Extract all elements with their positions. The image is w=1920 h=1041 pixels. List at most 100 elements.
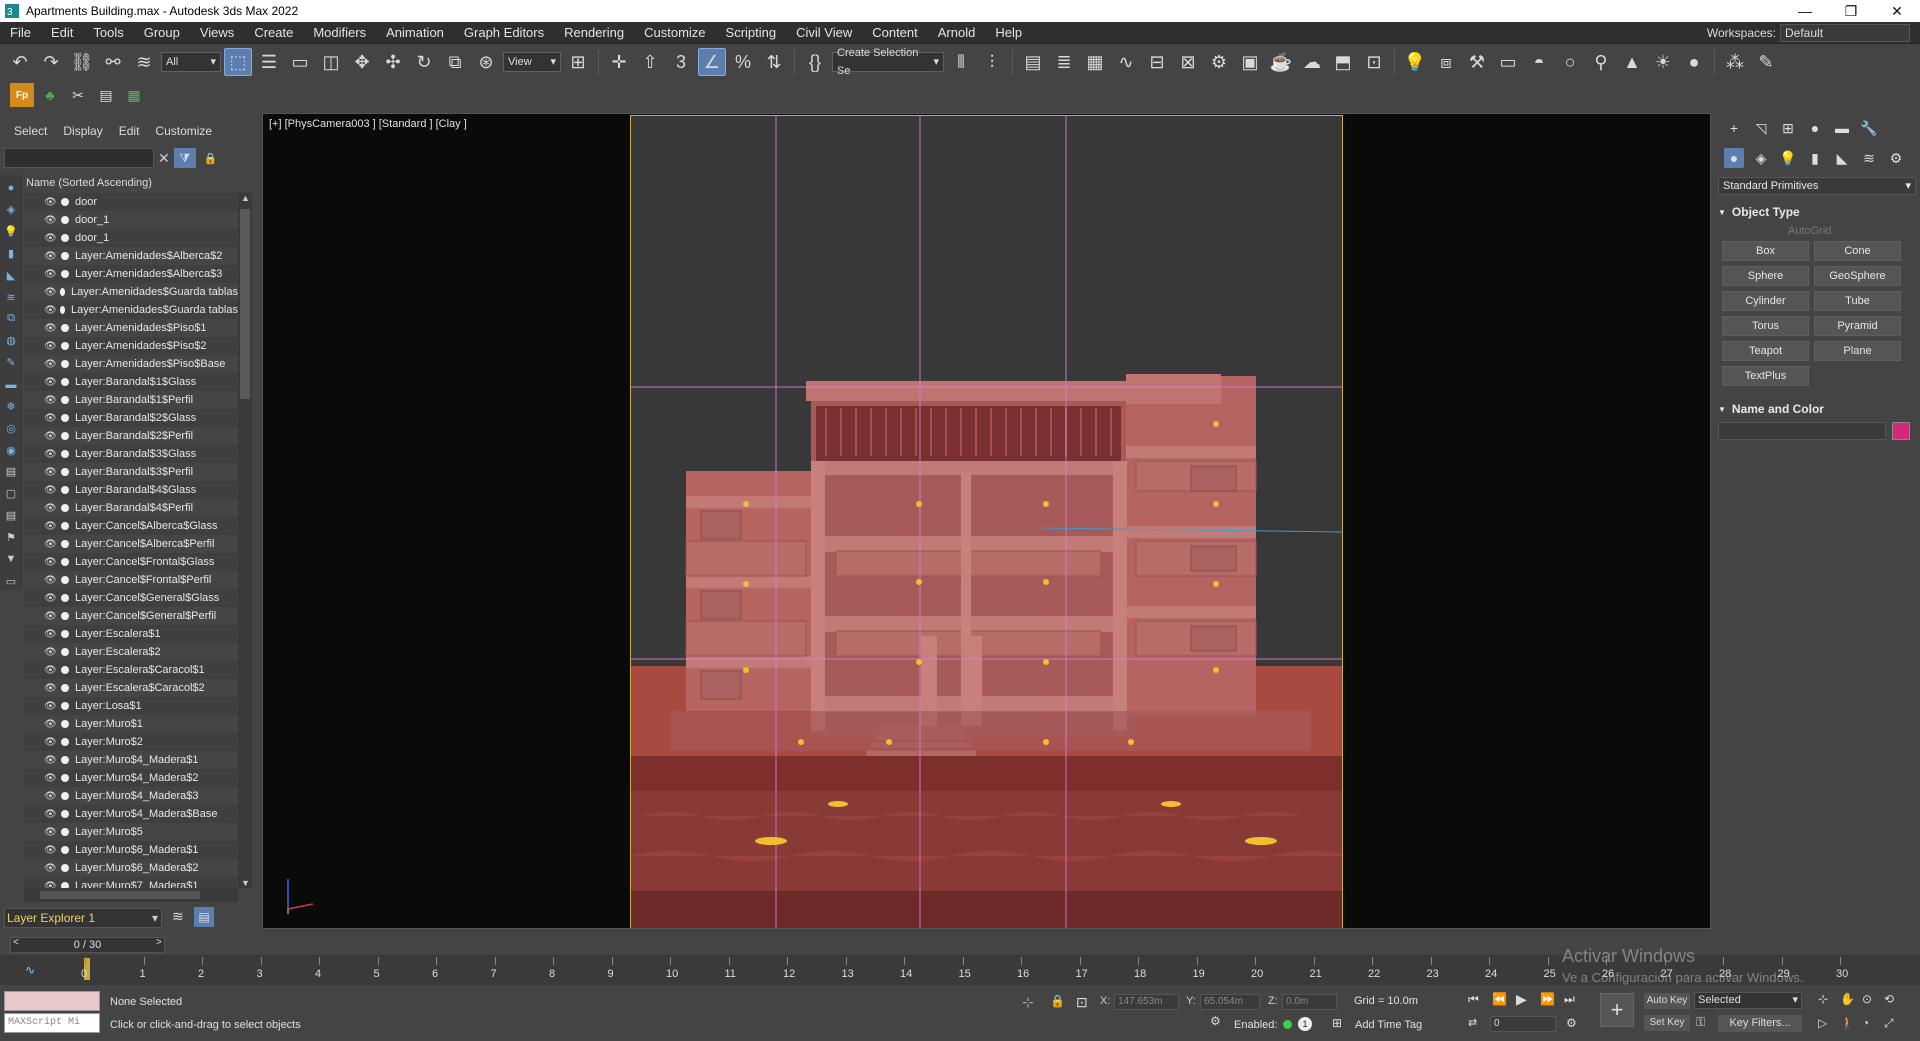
schematic-view-icon[interactable]: ⊟	[1143, 48, 1171, 76]
absolute-mode-icon[interactable]: ⊡	[1076, 994, 1088, 1011]
scrollbar-thumb[interactable]	[40, 891, 200, 899]
menu-edit[interactable]: Edit	[41, 25, 83, 40]
menu-scripting[interactable]: Scripting	[716, 25, 787, 40]
list-item[interactable]: 👁 Layer:Cancel$General$Perfil	[24, 607, 238, 625]
scatter-tools-icon[interactable]: ✂	[66, 83, 90, 107]
visibility-eye-icon[interactable]: 👁	[44, 629, 58, 640]
zoom-extents-icon[interactable]: ⊹	[1818, 992, 1828, 1006]
photometric-light-icon[interactable]: ⚲	[1587, 48, 1615, 76]
display-frozen-icon[interactable]: ❄	[3, 397, 19, 415]
scrollbar-thumb[interactable]	[240, 209, 250, 399]
geometry-category-icon[interactable]: ●	[1724, 148, 1744, 168]
visibility-eye-icon[interactable]: 👁	[44, 287, 57, 298]
next-frame-icon[interactable]: >	[156, 937, 162, 948]
geosphere-button[interactable]: GeoSphere	[1814, 266, 1901, 286]
scene-explorer-toggle-icon[interactable]: ▤	[194, 907, 214, 927]
visibility-eye-icon[interactable]: 👁	[44, 197, 58, 208]
modify-tab-icon[interactable]: ◹	[1751, 118, 1771, 138]
display-groups-icon[interactable]: ⧉	[3, 310, 19, 328]
display-cameras-icon[interactable]: ▮	[3, 245, 19, 263]
select-manipulate-icon[interactable]: ✛	[605, 48, 633, 76]
go-to-start-icon[interactable]: ⏮	[1468, 992, 1479, 1007]
list-item[interactable]: 👁 Layer:Cancel$Frontal$Glass	[24, 553, 238, 571]
tree-icon[interactable]: ♣	[38, 83, 62, 107]
keyboard-shortcut-icon[interactable]: ⇧	[636, 48, 664, 76]
list-item[interactable]: 👁 Layer:Escalera$1	[24, 625, 238, 643]
display-tab-icon[interactable]: ▬	[1832, 118, 1852, 138]
sphere-light-icon[interactable]: ○	[1556, 48, 1584, 76]
cone-button[interactable]: Cone	[1814, 241, 1901, 261]
maxscript-listener[interactable]	[4, 991, 100, 1011]
edit-named-selection-icon[interactable]: {}	[801, 48, 829, 76]
visibility-eye-icon[interactable]: 👁	[44, 485, 58, 496]
visibility-eye-icon[interactable]: 👁	[44, 755, 58, 766]
list-item[interactable]: 👁 Layer:Muro$6_Madera$1	[24, 841, 238, 859]
sphere-button[interactable]: Sphere	[1722, 266, 1809, 286]
visibility-eye-icon[interactable]: 👁	[44, 665, 58, 676]
time-config-icon[interactable]: ⚙	[1566, 1016, 1577, 1030]
visibility-eye-icon[interactable]: 👁	[44, 521, 58, 532]
menu-customize[interactable]: Customize	[634, 25, 715, 40]
quad-light-icon[interactable]: ▭	[1494, 48, 1522, 76]
explorer-horizontal-scrollbar[interactable]	[24, 888, 238, 902]
arnold-tools-icon[interactable]: ⚒	[1463, 48, 1491, 76]
explorer-tab-edit[interactable]: Edit	[111, 124, 148, 138]
mini-curve-editor-icon[interactable]: ∿	[8, 959, 52, 981]
visibility-eye-icon[interactable]: 👁	[44, 773, 58, 784]
maximize-viewport-icon[interactable]: ⤢	[1884, 1016, 1894, 1031]
previous-frame-icon[interactable]: ⏪	[1492, 992, 1507, 1006]
explorer-vertical-scrollbar[interactable]: ▲ ▼	[238, 193, 252, 888]
close-button[interactable]: ✕	[1874, 0, 1920, 22]
material-editor-icon[interactable]: ⊠	[1174, 48, 1202, 76]
visibility-eye-icon[interactable]: 👁	[44, 233, 58, 244]
plane-button[interactable]: Plane	[1814, 341, 1901, 361]
list-item[interactable]: 👁 Layer:Barandal$4$Glass	[24, 481, 238, 499]
menu-tools[interactable]: Tools	[83, 25, 133, 40]
reference-coord-dropdown[interactable]: View ▾	[503, 52, 561, 72]
box-button[interactable]: Box	[1722, 241, 1809, 261]
menu-animation[interactable]: Animation	[376, 25, 454, 40]
sync-selection-icon[interactable]: ⚑	[3, 529, 19, 547]
select-scale-icon[interactable]: ⧉	[441, 48, 469, 76]
list-item[interactable]: 👁 Layer:Barandal$4$Perfil	[24, 499, 238, 517]
display-none-icon[interactable]: ▤	[3, 463, 19, 481]
key-filter-icon[interactable]: ⚿	[1696, 1015, 1705, 1030]
a360-gallery-icon[interactable]: ⊡	[1360, 48, 1388, 76]
display-helpers-icon[interactable]: ◣	[3, 266, 19, 284]
visibility-eye-icon[interactable]: 👁	[44, 467, 58, 478]
lock-icon[interactable]: 🔒	[204, 152, 218, 165]
hierarchy-tab-icon[interactable]: ⊞	[1778, 118, 1798, 138]
visibility-eye-icon[interactable]: 👁	[44, 377, 58, 388]
explorer-tab-select[interactable]: Select	[6, 124, 55, 138]
play-icon[interactable]: ▶	[1516, 991, 1527, 1008]
visibility-eye-icon[interactable]: 👁	[44, 251, 58, 262]
render-iterative-icon[interactable]: ☁	[1298, 48, 1326, 76]
shapes-category-icon[interactable]: ◈	[1751, 148, 1771, 168]
visibility-eye-icon[interactable]: 👁	[44, 827, 58, 838]
spot-light-icon[interactable]: ▲	[1618, 48, 1646, 76]
isolate-selection-icon[interactable]: ⊹	[1022, 994, 1034, 1011]
visibility-eye-icon[interactable]: 👁	[44, 413, 58, 424]
rollout-header[interactable]: ▼ Name and Color	[1718, 400, 1916, 418]
list-item[interactable]: 👁 Layer:Amenidades$Guarda tablas	[24, 301, 238, 319]
utilities-tab-icon[interactable]: 🔧	[1859, 118, 1879, 138]
visibility-eye-icon[interactable]: 👁	[44, 863, 58, 874]
visibility-eye-icon[interactable]: 👁	[44, 359, 58, 370]
menu-group[interactable]: Group	[134, 25, 190, 40]
visibility-eye-icon[interactable]: 👁	[44, 611, 58, 622]
scroll-down-icon[interactable]: ▼	[241, 878, 250, 888]
maximize-button[interactable]: ❐	[1828, 0, 1874, 22]
set-key-big-icon[interactable]: +	[1600, 993, 1634, 1027]
menu-content[interactable]: Content	[862, 25, 928, 40]
z-coord-field[interactable]: 0.0m	[1282, 994, 1337, 1010]
undo-icon[interactable]: ↶	[6, 48, 34, 76]
minimize-button[interactable]: —	[1782, 0, 1828, 22]
list-item[interactable]: 👁 Layer:Muro$5	[24, 823, 238, 841]
next-frame-icon[interactable]: ⏩	[1540, 992, 1555, 1006]
list-item[interactable]: 👁 Layer:Escalera$Caracol$1	[24, 661, 238, 679]
display-spacewarps-icon[interactable]: ≋	[3, 288, 19, 306]
menu-rendering[interactable]: Rendering	[554, 25, 634, 40]
pivot-center-icon[interactable]: ⊞	[564, 48, 592, 76]
explorer-column-header[interactable]: Name (Sorted Ascending)	[24, 174, 254, 192]
list-item[interactable]: 👁 Layer:Barandal$1$Glass	[24, 373, 238, 391]
